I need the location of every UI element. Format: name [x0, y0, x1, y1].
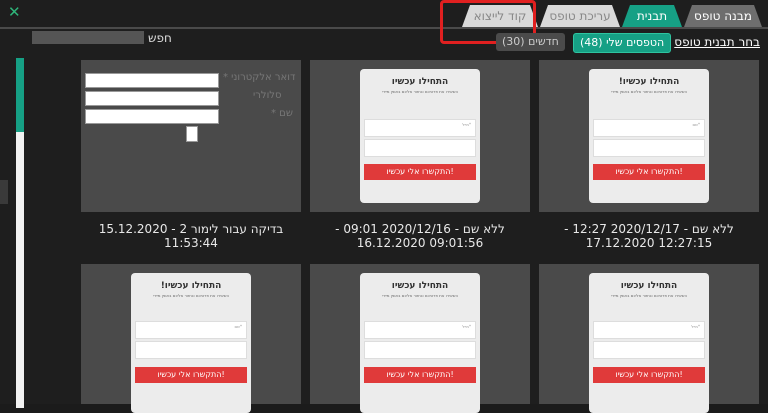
form-cta-button: !התקשרו אלי עכשיו — [593, 367, 705, 383]
form-subtitle: השאירו את פרטיכם ונחזור אליכם באופן מייד… — [610, 89, 688, 94]
form-title: התחילו עכשיו — [391, 281, 449, 291]
close-icon[interactable]: ✕ — [8, 4, 21, 20]
tab-label: תבנית — [636, 9, 668, 23]
template-caption: ללא שם - 2020/12/17 12:27 - 12:27:15 17.… — [564, 222, 734, 250]
choose-template-link[interactable]: בחר תבנית טופס — [674, 35, 760, 49]
template-card[interactable]: התחילו עכשיו השאירו את פרטיכם ונחזור אלי… — [310, 264, 530, 413]
template-card[interactable]: התחילו עכשיו! השאירו את פרטיכם ונחזור אל… — [539, 60, 759, 212]
form-thumbnail: התחילו עכשיו השאירו את פרטיכם ונחזור אלי… — [360, 273, 480, 413]
tab-label: קוד לייצוא — [473, 9, 527, 23]
tab-edit-form[interactable]: עריכת טופס — [540, 5, 620, 27]
search-input[interactable] — [32, 31, 144, 44]
form-cta-button: !התקשרו אלי עכשיו — [364, 367, 476, 383]
name-label: שם * — [271, 108, 293, 119]
tab-form-structure[interactable]: מבנה טופס — [684, 5, 762, 27]
tab-export-code[interactable]: קוד לייצוא — [462, 5, 538, 27]
email-field — [85, 73, 219, 88]
tab-label: עריכת טופס — [549, 9, 611, 23]
template-card[interactable]: התחילו עכשיו! השאירו את פרטיכם ונחזור אל… — [81, 264, 301, 413]
form-thumbnail: התחילו עכשיו! השאירו את פרטיכם ונחזור אל… — [131, 273, 251, 413]
scrollbar-thumb[interactable] — [16, 58, 24, 132]
form-field: מייל* — [364, 321, 476, 339]
form-subtitle: השאירו את פרטיכם ונחזור אליכם באופן מייד… — [610, 293, 688, 298]
form-field — [593, 341, 705, 359]
my-forms-button[interactable]: הטפסים שלי (48) — [573, 33, 672, 53]
template-caption: בדיקה עבור לימור 2 - 15.12.2020 11:53:44 — [98, 222, 284, 250]
form-cta-button: !התקשרו אלי עכשיו — [364, 164, 476, 180]
name-field — [85, 109, 219, 124]
form-subtitle: השאירו את פרטיכם ונחזור אליכם באופן מייד… — [381, 293, 459, 298]
form-field — [364, 341, 476, 359]
template-card[interactable]: התחילו עכשיו השאירו את פרטיכם ונחזור אלי… — [539, 264, 759, 413]
form-cta-button: !התקשרו אלי עכשיו — [593, 164, 705, 180]
phone-field — [85, 91, 219, 106]
form-thumbnail: התחילו עכשיו השאירו את פרטיכם ונחזור אלי… — [360, 69, 480, 203]
field-placeholder: שם* — [234, 324, 243, 329]
template-caption: ללא שם - 2020/12/16 09:01 - 09:01:56 16.… — [335, 222, 505, 250]
form-title: התחילו עכשיו! — [160, 281, 222, 291]
form-title: התחילו עכשיו — [620, 281, 678, 291]
tab-template[interactable]: תבנית — [622, 5, 682, 27]
template-card[interactable]: התחילו עכשיו השאירו את פרטיכם ונחזור אלי… — [310, 60, 530, 212]
form-thumbnail: התחילו עכשיו השאירו את פרטיכם ונחזור אלי… — [589, 273, 709, 413]
form-subtitle: השאירו את פרטיכם ונחזור אליכם באופן מייד… — [381, 89, 459, 94]
form-field: מייל* — [593, 321, 705, 339]
form-title: התחילו עכשיו — [391, 77, 449, 87]
submit-box — [186, 126, 198, 142]
background-edge — [0, 180, 8, 204]
template-card[interactable]: דואר אלקטרוני * סלולרי שם * — [81, 60, 301, 212]
form-field: מייל* — [364, 119, 476, 137]
field-placeholder: מייל* — [462, 324, 471, 329]
form-thumbnail: התחילו עכשיו! השאירו את פרטיכם ונחזור אל… — [589, 69, 709, 203]
form-field — [593, 139, 705, 157]
form-field: שם* — [135, 321, 247, 339]
search-label: חפש — [148, 31, 172, 45]
tab-bar-divider — [0, 27, 768, 29]
form-cta-button: !התקשרו אלי עכשיו — [135, 367, 247, 383]
field-placeholder: שם* — [692, 122, 701, 127]
form-subtitle: השאירו את פרטיכם ונחזור אליכם באופן מייד… — [152, 293, 230, 298]
form-field — [364, 139, 476, 157]
phone-label: סלולרי — [253, 90, 282, 101]
template-picker-modal: ✕ מבנה טופס תבנית עריכת טופס קוד לייצוא … — [0, 0, 768, 413]
email-label: דואר אלקטרוני * — [223, 72, 296, 83]
new-forms-button[interactable]: חדשים (30) — [496, 33, 565, 51]
field-placeholder: מייל* — [462, 122, 471, 127]
form-field: שם* — [593, 119, 705, 137]
field-placeholder: מייל* — [691, 324, 700, 329]
form-title: התחילו עכשיו! — [618, 77, 680, 87]
tab-label: מבנה טופס — [694, 9, 752, 23]
form-field — [135, 341, 247, 359]
